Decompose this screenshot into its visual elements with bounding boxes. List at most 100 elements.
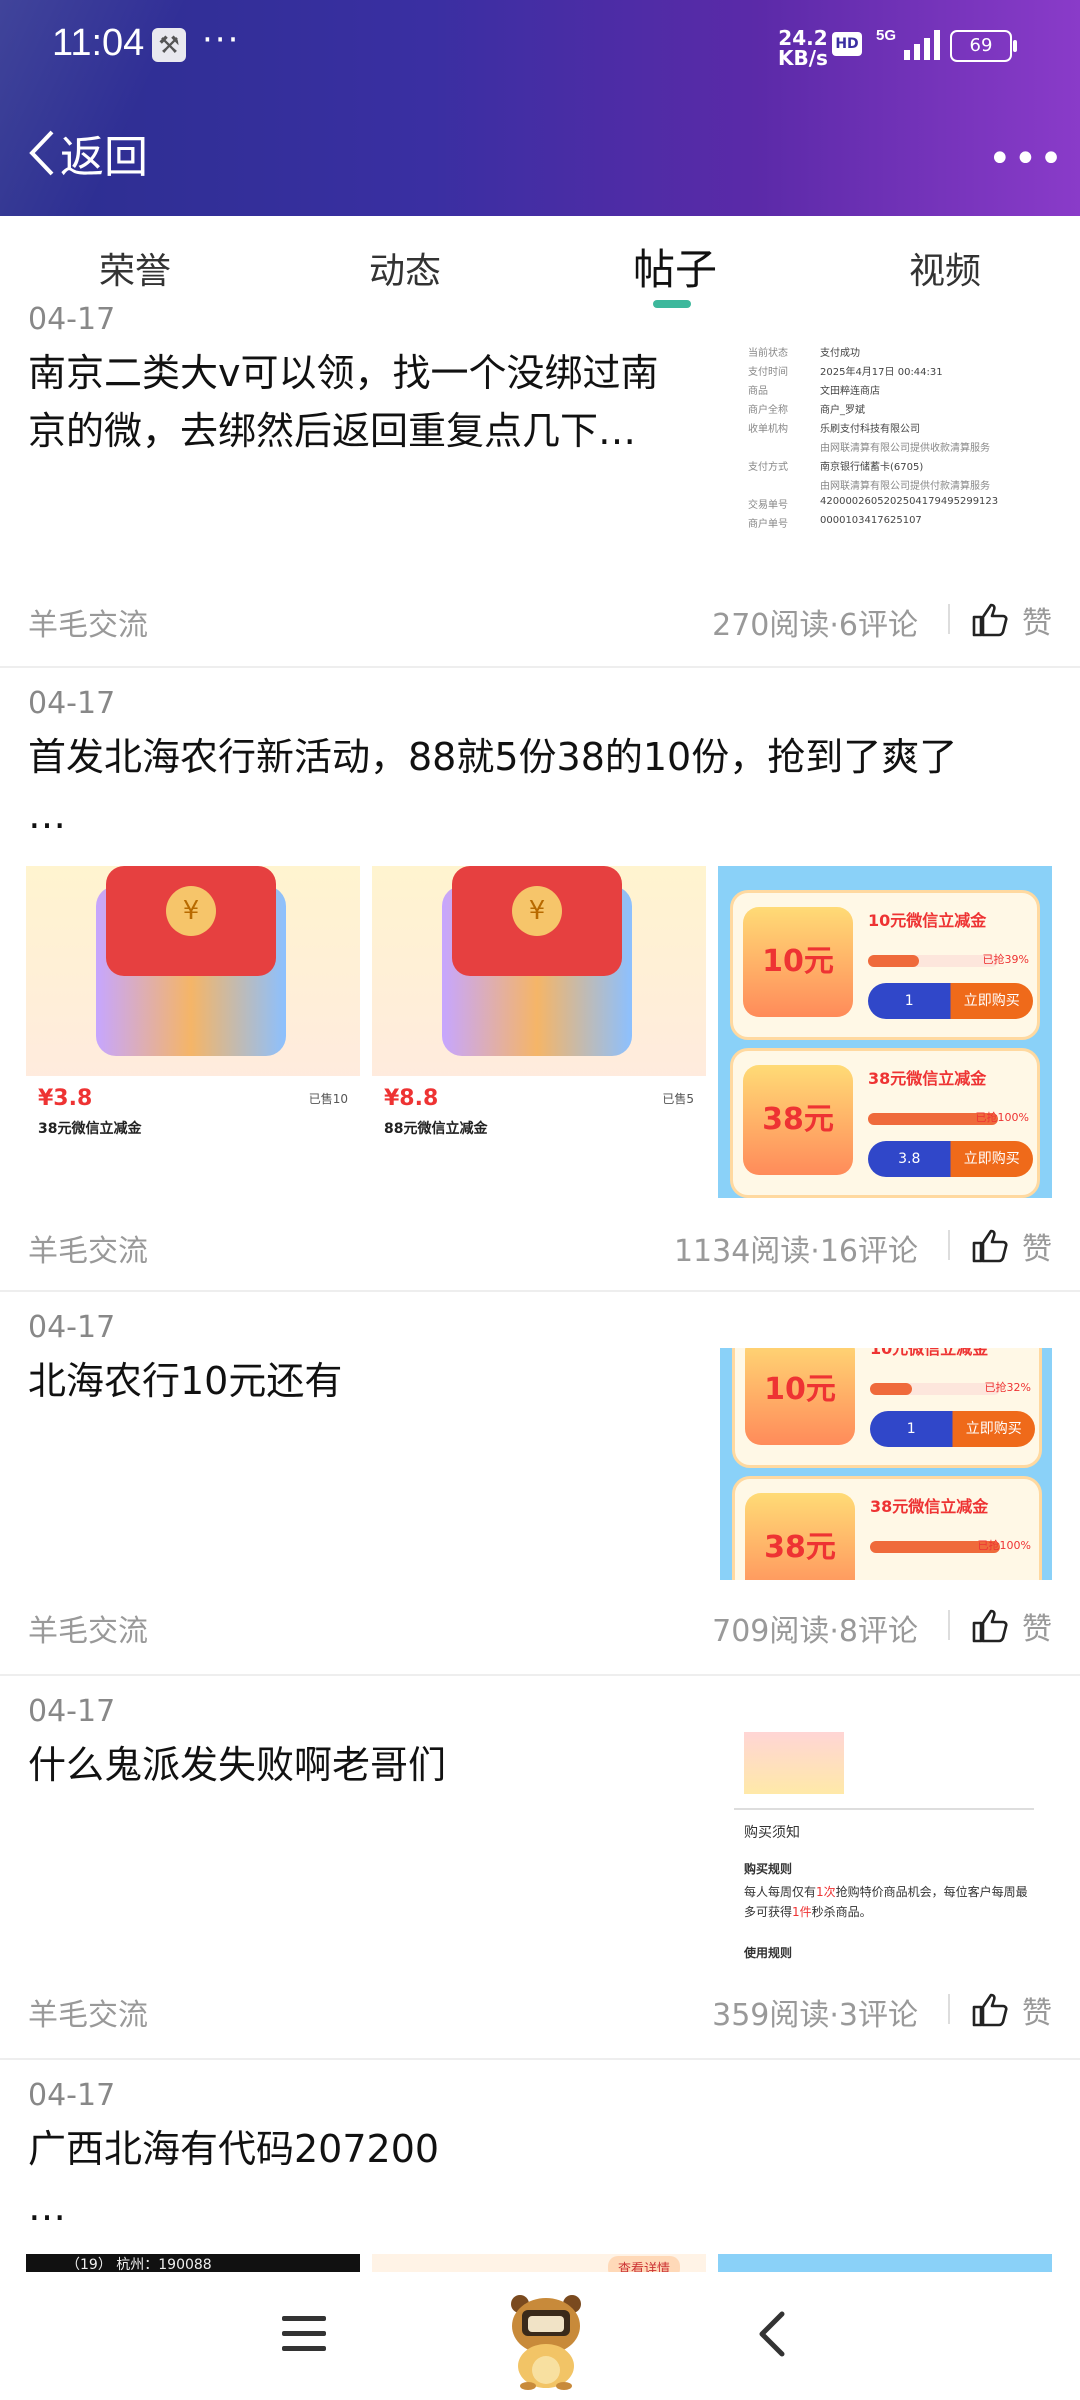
tab-activity[interactable]: 动态 bbox=[270, 216, 540, 312]
like-button[interactable]: 赞 bbox=[972, 1604, 1052, 1648]
divider bbox=[948, 1610, 950, 1640]
net-speed-unit: KB/s bbox=[778, 46, 828, 70]
post-card[interactable]: 04-17 首发北海农行新活动，88就5份38的10份，抢到了爽了 … ¥ ¥3… bbox=[0, 668, 1080, 1292]
post-card[interactable]: 04-17 什么鬼派发失败啊老哥们 购买须知 购买规则 每人每周仅有1次抢购特价… bbox=[0, 1676, 1080, 2060]
receipt-key: 交易单号 bbox=[748, 500, 788, 511]
note-text-highlight: 1次 bbox=[816, 1885, 836, 1899]
note-text-highlight: 1件 bbox=[792, 1905, 812, 1919]
receipt-key: 支付时间 bbox=[748, 367, 788, 378]
receipt-value: 2025年4月17日 00:44:31 bbox=[820, 367, 943, 378]
buy-label: 立即购买 bbox=[965, 1421, 1022, 1437]
post-title-line: 南京二类大v可以领，找一个没绑过南 bbox=[28, 351, 659, 395]
post-group[interactable]: 羊毛交流 bbox=[28, 1226, 148, 1270]
more-options-icon[interactable]: ••• bbox=[988, 136, 1065, 182]
home-mascot-icon[interactable] bbox=[504, 2290, 588, 2390]
receipt-row: 由网联清算有限公司提供收款清算服务 bbox=[748, 439, 1042, 454]
yuan-coin-icon: ¥ bbox=[166, 886, 216, 936]
buy-button: 3.8 立即购买 bbox=[868, 1141, 1033, 1177]
chevron-left-icon bbox=[29, 130, 54, 176]
post-image[interactable]: （19） 杭州：190088 bbox=[26, 2254, 360, 2272]
tab-posts[interactable]: 帖子 bbox=[540, 216, 810, 312]
receipt-row: 支付时间 2025年4月17日 00:44:31 bbox=[748, 363, 1042, 378]
coupon-name: 10元微信立减金 bbox=[868, 911, 987, 930]
wrench-icon: ⚒ bbox=[152, 28, 186, 62]
divider bbox=[948, 1230, 950, 1260]
post-date: 04-17 bbox=[28, 302, 116, 337]
coupon-badge: 38元 bbox=[743, 1065, 853, 1175]
tab-honor[interactable]: 荣誉 bbox=[0, 216, 270, 312]
purchase-note-image[interactable]: 购买须知 购买规则 每人每周仅有1次抢购特价商品机会，每位客户每周最多可获得1件… bbox=[720, 1732, 1052, 1964]
coupon-price: 1 bbox=[906, 1421, 916, 1437]
coupon-list-image[interactable]: 10元 10元微信立减金 已抢39% 1 立即购买 38元 38元微信立减金 已抢… bbox=[718, 866, 1052, 1198]
battery-icon: 69 bbox=[950, 30, 1017, 62]
coupon-card: 38元 38元微信立减金 已抢100% bbox=[732, 1476, 1042, 1580]
network-type: 5G bbox=[876, 27, 896, 44]
tab-bar: 荣誉 动态 帖子 视频 bbox=[0, 216, 1080, 312]
thumbs-up-icon bbox=[972, 1609, 1008, 1643]
post-image[interactable]: 查看详情 bbox=[372, 2254, 706, 2272]
post-date: 04-17 bbox=[28, 1310, 116, 1345]
receipt-value: 由网联清算有限公司提供付款清算服务 bbox=[820, 481, 990, 492]
coupon-pct: 已抢100% bbox=[977, 1539, 1031, 1552]
coupon-name: 38元微信立减金 bbox=[868, 1069, 987, 1088]
receipt-row: 商户单号 0000103417625107 bbox=[748, 515, 1042, 530]
post-card[interactable]: 04-17 北海农行10元还有 10元 10元微信立减金 已抢32% 1 立即购买… bbox=[0, 1292, 1080, 1676]
product-graphic bbox=[744, 1732, 844, 1794]
buy-button: 1 立即购买 bbox=[868, 983, 1033, 1019]
coupon-price: 3.8 bbox=[898, 1151, 921, 1167]
receipt-key: 当前状态 bbox=[748, 348, 788, 359]
receipt-value: 文田粹连商店 bbox=[820, 386, 880, 397]
yuan-coin-icon: ¥ bbox=[512, 886, 562, 936]
product-info: ¥8.8 已售5 88元微信立减金 bbox=[372, 1076, 706, 1198]
post-title-line: … bbox=[28, 793, 66, 837]
back-button[interactable]: 返回 bbox=[26, 118, 148, 188]
product-name: 38元微信立减金 bbox=[38, 1121, 142, 1137]
coupon-badge: 10元 bbox=[745, 1348, 855, 1445]
net-speed: 24.2 KB/s bbox=[778, 28, 828, 68]
post-title: 首发北海农行新活动，88就5份38的10份，抢到了爽了 … bbox=[28, 728, 957, 844]
post-group[interactable]: 羊毛交流 bbox=[28, 1990, 148, 2034]
like-label: 赞 bbox=[1022, 1232, 1052, 1267]
receipt-image[interactable]: 当前状态 支付成功 支付时间 2025年4月17日 00:44:31 商品 文田粹连商… bbox=[738, 336, 1052, 586]
thumbs-up-icon bbox=[972, 1229, 1008, 1263]
receipt-row: 收单机构 乐刷支付科技有限公司 bbox=[748, 420, 1042, 435]
coupon-progress bbox=[870, 1383, 1000, 1395]
post-stats: 709阅读·8评论 bbox=[712, 1614, 918, 1649]
menu-icon[interactable] bbox=[282, 2316, 326, 2361]
receipt-value: 南京银行储蓄卡(6705) bbox=[820, 462, 924, 473]
like-button[interactable]: 赞 bbox=[972, 598, 1052, 642]
product-image[interactable]: ¥ ¥8.8 已售5 88元微信立减金 bbox=[372, 866, 706, 1198]
coupon-name: 10元微信立减金 bbox=[870, 1348, 989, 1358]
tab-videos[interactable]: 视频 bbox=[810, 216, 1080, 312]
receipt-value: 商户_罗斌 bbox=[820, 405, 865, 416]
buy-button: 1 立即购买 bbox=[870, 1411, 1035, 1447]
coupon-badge: 10元 bbox=[743, 907, 853, 1017]
receipt-value: 乐刷支付科技有限公司 bbox=[820, 424, 920, 435]
like-button[interactable]: 赞 bbox=[972, 1988, 1052, 2032]
coupon-list-image[interactable]: 10元 10元微信立减金 已抢32% 1 立即购买 38元 38元微信立减金 已抢… bbox=[720, 1348, 1052, 1580]
receipt-row: 商品 文田粹连商店 bbox=[748, 382, 1042, 397]
post-card[interactable]: 04-17 南京二类大v可以领，找一个没绑过南 京的微，去绑然后返回重复点几下…… bbox=[0, 302, 1080, 668]
post-title: 北海农行10元还有 bbox=[28, 1359, 343, 1403]
like-button[interactable]: 赞 bbox=[972, 1224, 1052, 1268]
divider bbox=[948, 1994, 950, 2024]
post-image[interactable] bbox=[718, 2254, 1052, 2272]
receipt-value: 0000103417625107 bbox=[820, 515, 922, 526]
back-arrow-icon[interactable] bbox=[752, 2304, 792, 2364]
note-text: 每人每周仅有1次抢购特价商品机会，每位客户每周最多可获得1件秒杀商品。 bbox=[744, 1882, 1034, 1922]
note-text-part: 每人每周仅有 bbox=[744, 1885, 817, 1899]
like-label: 赞 bbox=[1022, 1996, 1052, 2031]
coupon-name: 38元微信立减金 bbox=[870, 1497, 989, 1516]
divider bbox=[734, 1808, 1034, 1810]
post-card[interactable]: 04-17 广西北海有代码207200 … （19） 杭州：190088 查看详… bbox=[0, 2060, 1080, 2272]
signal-icon: 5G bbox=[876, 27, 940, 60]
post-group[interactable]: 羊毛交流 bbox=[28, 600, 148, 644]
receipt-key bbox=[748, 439, 820, 454]
product-image[interactable]: ¥ ¥3.8 已售10 38元微信立减金 bbox=[26, 866, 360, 1198]
net-speed-value: 24.2 bbox=[778, 26, 828, 50]
divider bbox=[948, 604, 950, 634]
buy-label: 立即购买 bbox=[963, 993, 1020, 1009]
coupon-pct: 已抢100% bbox=[975, 1111, 1029, 1124]
post-group[interactable]: 羊毛交流 bbox=[28, 1606, 148, 1650]
receipt-key: 支付方式 bbox=[748, 462, 788, 473]
